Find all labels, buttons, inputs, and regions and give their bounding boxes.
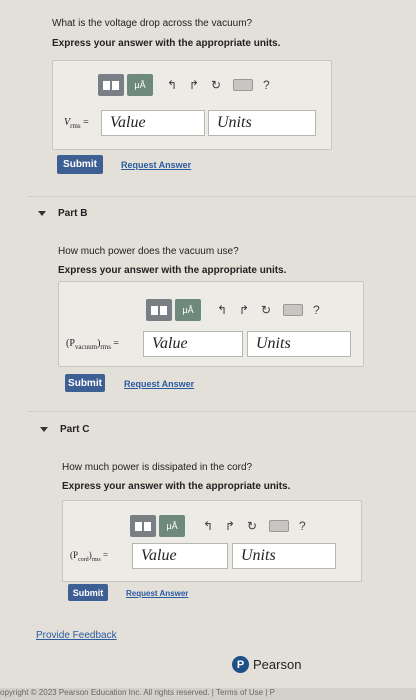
- partB-submit-button[interactable]: Submit: [65, 374, 105, 392]
- partC-question: How much power is dissipated in the cord…: [62, 462, 253, 473]
- partB-var-subscript-rms: rms: [100, 343, 111, 351]
- partC-submit-button[interactable]: Submit: [68, 584, 108, 601]
- partC-title[interactable]: Part C: [60, 424, 89, 435]
- partA-value-input[interactable]: Value: [101, 110, 205, 136]
- partA-instruction: Express your answer with the appropriate…: [52, 38, 281, 49]
- partC-value-input[interactable]: Value: [132, 543, 228, 569]
- divider: [28, 411, 416, 412]
- partB-value-input[interactable]: Value: [143, 331, 243, 357]
- reset-icon[interactable]: ↻: [255, 303, 277, 317]
- reset-icon[interactable]: ↻: [205, 78, 227, 92]
- partA-variable-label: Vrms =: [64, 117, 89, 130]
- redo-icon[interactable]: ↱: [233, 303, 255, 317]
- redo-icon[interactable]: ↱: [219, 519, 241, 533]
- partC-request-answer-link[interactable]: Request Answer: [126, 589, 188, 598]
- partB-var-subscript: vacuum: [74, 343, 98, 351]
- partB-request-answer-link[interactable]: Request Answer: [124, 379, 194, 389]
- partC-variable-label: (Pcord)rms =: [70, 550, 109, 563]
- template-icon[interactable]: [98, 74, 124, 96]
- help-icon[interactable]: ?: [313, 303, 320, 317]
- pearson-brand-name: Pearson: [253, 657, 302, 672]
- template-icon[interactable]: [130, 515, 156, 537]
- help-icon[interactable]: ?: [299, 519, 306, 533]
- reset-icon[interactable]: ↻: [241, 519, 263, 533]
- keyboard-icon[interactable]: [269, 520, 289, 532]
- partA-question: What is the voltage drop across the vacu…: [52, 18, 253, 29]
- partB-collapse-icon[interactable]: [38, 211, 46, 216]
- template-icon[interactable]: [146, 299, 172, 321]
- partB-var-symbol: (P: [66, 338, 75, 349]
- partC-toolbar: μÅ ↰ ↱ ↻ ?: [130, 515, 306, 537]
- undo-icon[interactable]: ↰: [161, 78, 183, 92]
- help-icon[interactable]: ?: [263, 78, 270, 92]
- pearson-logo: P Pearson: [232, 656, 301, 673]
- provide-feedback-link[interactable]: Provide Feedback: [36, 630, 117, 641]
- mu-angstrom-icon[interactable]: μÅ: [175, 299, 201, 321]
- keyboard-icon[interactable]: [283, 304, 303, 316]
- partC-answer-panel: [62, 500, 362, 582]
- redo-icon[interactable]: ↱: [183, 78, 205, 92]
- mu-angstrom-icon[interactable]: μÅ: [127, 74, 153, 96]
- undo-icon[interactable]: ↰: [197, 519, 219, 533]
- partC-instruction: Express your answer with the appropriate…: [62, 481, 291, 492]
- undo-icon[interactable]: ↰: [211, 303, 233, 317]
- partB-variable-label: (Pvacuum)rms =: [66, 338, 120, 351]
- partC-units-input[interactable]: Units: [232, 543, 336, 569]
- partC-var-subscript: cord: [78, 556, 89, 563]
- divider: [28, 196, 416, 197]
- partA-units-input[interactable]: Units: [208, 110, 316, 136]
- copyright-text: opyright © 2023 Pearson Education Inc. A…: [0, 688, 275, 697]
- partB-instruction: Express your answer with the appropriate…: [58, 265, 287, 276]
- partA-var-subscript: rms: [70, 122, 81, 130]
- partC-var-symbol: (P: [70, 550, 79, 560]
- partA-request-answer-link[interactable]: Request Answer: [121, 160, 191, 170]
- keyboard-icon[interactable]: [233, 79, 253, 91]
- partB-title[interactable]: Part B: [58, 208, 87, 219]
- partB-units-input[interactable]: Units: [247, 331, 351, 357]
- partB-question: How much power does the vacuum use?: [58, 246, 239, 257]
- partA-toolbar: μÅ ↰ ↱ ↻ ?: [98, 74, 270, 96]
- partA-submit-button[interactable]: Submit: [57, 155, 103, 174]
- partB-toolbar: μÅ ↰ ↱ ↻ ?: [146, 299, 320, 321]
- partC-var-subscript-rms: rms: [91, 556, 101, 563]
- partC-collapse-icon[interactable]: [40, 427, 48, 432]
- pearson-logo-icon: P: [232, 656, 249, 673]
- mu-angstrom-icon[interactable]: μÅ: [159, 515, 185, 537]
